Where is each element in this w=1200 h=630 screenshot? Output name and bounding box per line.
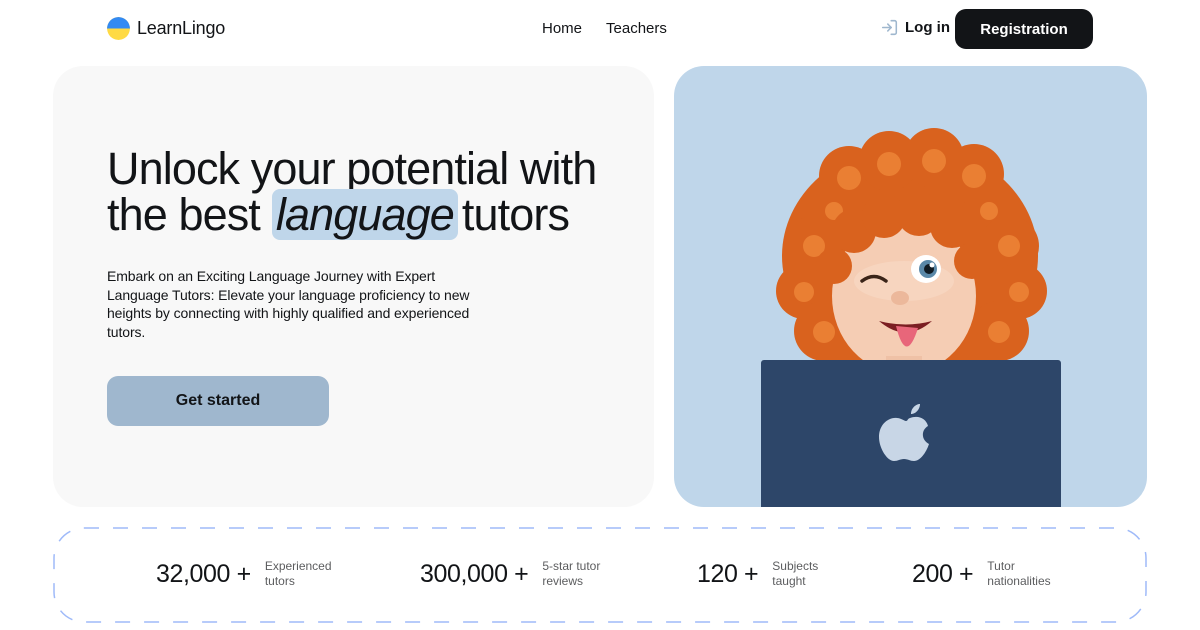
hero-image-card <box>674 66 1147 507</box>
stat-value: 120 + <box>697 559 759 588</box>
hero-card: Unlock your potential with the best langu… <box>53 66 654 507</box>
get-started-button[interactable]: Get started <box>107 376 329 426</box>
login-arrow-icon <box>881 19 898 36</box>
hero-illustration <box>761 128 1061 507</box>
stat-label: Experienced tutors <box>264 559 332 588</box>
hero-title-pre: the best <box>107 189 261 240</box>
hero-title: Unlock your potential with the best langu… <box>107 143 627 240</box>
stat-label: Tutor nationalities <box>987 559 1051 588</box>
stat-value: 32,000 + <box>156 559 251 588</box>
hero-title-line1: Unlock your potential with <box>107 143 597 194</box>
stat-tutors: 32,000 + Experienced tutors <box>156 559 332 589</box>
nav-teachers-link[interactable]: Teachers <box>606 20 667 37</box>
nav-home-link[interactable]: Home <box>542 20 582 37</box>
stats-bar: 32,000 + Experienced tutors 300,000 + 5-s… <box>53 527 1147 623</box>
hero-title-post: tutors <box>461 189 570 240</box>
stat-label: 5-star tutor reviews <box>542 559 601 588</box>
hero-title-highlight: language <box>271 189 458 240</box>
registration-button[interactable]: Registration <box>955 9 1093 49</box>
stat-label: Subjects taught <box>772 559 819 588</box>
ukraine-flag-icon <box>107 17 130 40</box>
stat-value: 300,000 + <box>420 559 529 588</box>
stat-subjects: 120 + Subjects taught <box>697 559 818 589</box>
logo-text: LearnLingo <box>137 18 226 38</box>
stat-reviews: 300,000 + 5-star tutor reviews <box>420 559 600 589</box>
stat-nationalities: 200 + Tutor nationalities <box>912 559 1051 589</box>
stat-value: 200 + <box>912 559 974 588</box>
logo[interactable]: LearnLingo <box>107 17 225 40</box>
hero-description: Embark on an Exciting Language Journey w… <box>107 268 470 340</box>
login-button[interactable]: Log in <box>881 19 950 36</box>
login-label: Log in <box>905 19 950 36</box>
site-header: LearnLingo Home Teachers Log in Registra… <box>0 0 1200 58</box>
main-nav: Home Teachers <box>542 20 667 37</box>
